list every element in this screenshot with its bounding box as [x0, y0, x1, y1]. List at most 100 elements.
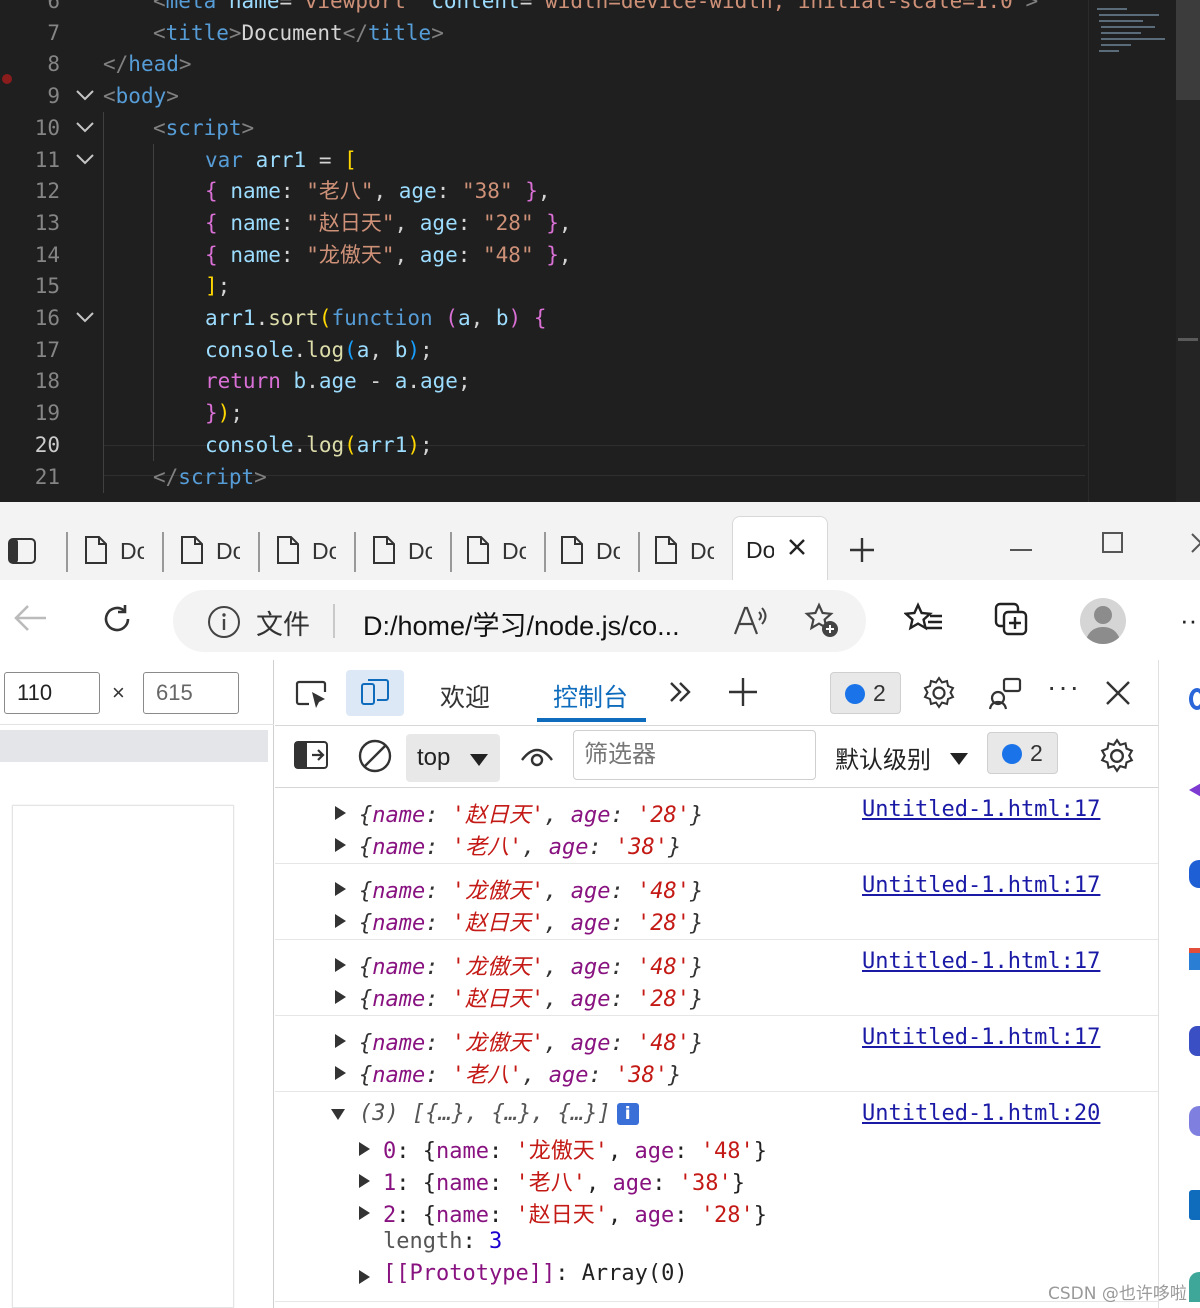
- object-preview[interactable]: {name: '老八', age: '38'}: [359, 1057, 681, 1089]
- array-summary[interactable]: (3) [{…}, {…}, {…}] i: [359, 1101, 639, 1126]
- expand-triangle-icon[interactable]: [359, 1270, 370, 1284]
- inspect-element-icon[interactable]: [295, 680, 329, 715]
- info-icon[interactable]: [207, 605, 241, 644]
- console-message[interactable]: {name: '龙傲天', age: '48'} {name: '赵日天', ag…: [275, 940, 1158, 1016]
- more-menu-icon[interactable]: ···: [1180, 607, 1200, 633]
- feedback-icon[interactable]: [988, 676, 1022, 715]
- refresh-icon[interactable]: [100, 602, 134, 641]
- fold-chevron-icon[interactable]: [74, 80, 96, 112]
- live-expression-eye-icon[interactable]: [519, 740, 555, 777]
- settings-gear-icon[interactable]: [922, 676, 956, 715]
- tab-inactive[interactable]: Document: [164, 518, 260, 580]
- tab-inactive[interactable]: Document: [260, 518, 356, 580]
- code-line[interactable]: 16 arr1.sort(function (a, b) {: [0, 302, 1085, 334]
- console-message[interactable]: {name: '龙傲天', age: '48'} {name: '赵日天', ag…: [275, 864, 1158, 940]
- object-preview[interactable]: {name: '龙傲天', age: '48'}: [359, 1025, 703, 1057]
- fold-chevron-icon[interactable]: [74, 112, 96, 144]
- maximize-icon[interactable]: [1102, 532, 1124, 559]
- tab-inactive[interactable]: Document: [638, 518, 732, 580]
- collapse-triangle-icon[interactable]: [331, 1109, 345, 1120]
- drop-icon[interactable]: [1189, 1272, 1200, 1302]
- emulated-viewport[interactable]: [12, 805, 234, 1308]
- add-favorite-icon[interactable]: [803, 602, 841, 645]
- games-icon[interactable]: [1189, 948, 1200, 970]
- expand-triangle-icon[interactable]: [359, 1142, 370, 1156]
- code-line[interactable]: 15];: [0, 270, 1085, 303]
- code-line[interactable]: 11 var arr1 = [: [0, 143, 1085, 176]
- omnibox[interactable]: 文件 D:/home/学习/node.js/co...: [173, 590, 866, 652]
- context-selector[interactable]: top: [406, 734, 500, 782]
- media-query-ruler[interactable]: [0, 730, 268, 762]
- tools-icon[interactable]: [1189, 860, 1200, 888]
- expand-triangle-icon[interactable]: [335, 806, 346, 820]
- search-icon[interactable]: [1189, 688, 1200, 710]
- width-input[interactable]: 110: [4, 672, 100, 714]
- code-editor[interactable]: 6 <meta name="viewport" content="width=de…: [0, 0, 1200, 502]
- expand-triangle-icon[interactable]: [335, 958, 346, 972]
- add-tool-icon[interactable]: [727, 676, 759, 713]
- object-preview[interactable]: {name: '赵日天', age: '28'}: [359, 797, 703, 829]
- code-line[interactable]: 14 { name: "龙傲天", age: "48" },: [0, 238, 1085, 271]
- expand-triangle-icon[interactable]: [335, 914, 346, 928]
- array-item[interactable]: 2: {name: '赵日天', age: '28'}: [383, 1197, 767, 1229]
- expand-triangle-icon[interactable]: [335, 882, 346, 896]
- expand-triangle-icon[interactable]: [335, 990, 346, 1004]
- read-aloud-icon[interactable]: [733, 604, 769, 641]
- expand-triangle-icon[interactable]: [335, 1034, 346, 1048]
- sidebar-toggle-icon[interactable]: [294, 741, 328, 774]
- shopping-icon[interactable]: [1189, 782, 1200, 798]
- minimap[interactable]: [1088, 0, 1176, 502]
- code-line[interactable]: 10 <script>: [0, 111, 1085, 144]
- copilot-icon[interactable]: [1189, 1106, 1200, 1136]
- favorites-icon[interactable]: [903, 602, 944, 641]
- minimize-icon[interactable]: [1010, 540, 1032, 558]
- address-url[interactable]: D:/home/学习/node.js/co...: [363, 604, 680, 643]
- array-prototype[interactable]: [[Prototype]]: Array(0): [383, 1261, 688, 1286]
- code-line[interactable]: 20 console.log(arr1);: [0, 428, 1085, 461]
- clear-console-icon[interactable]: [357, 738, 393, 779]
- profile-avatar[interactable]: [1080, 598, 1126, 644]
- console-output[interactable]: {name: '赵日天', age: '28'} {name: '老八', age…: [275, 788, 1158, 1308]
- log-level-selector[interactable]: 默认级别: [835, 740, 968, 775]
- fold-chevron-icon[interactable]: [74, 302, 96, 334]
- expand-triangle-icon[interactable]: [335, 1066, 346, 1080]
- console-settings-icon[interactable]: [1099, 738, 1135, 779]
- code-line[interactable]: 8 </head>: [0, 48, 1085, 80]
- tab-inactive[interactable]: Document: [356, 518, 452, 580]
- source-link[interactable]: Untitled-1.html:17: [862, 949, 1100, 974]
- tab-console[interactable]: 控制台: [553, 678, 628, 714]
- scrollbar-thumb[interactable]: [1176, 0, 1200, 100]
- console-message[interactable]: {name: '赵日天', age: '28'} {name: '老八', age…: [275, 788, 1158, 864]
- console-messages-badge[interactable]: 2: [987, 732, 1058, 774]
- code-line[interactable]: 12 { name: "老八", age: "38" },: [0, 175, 1085, 208]
- object-preview[interactable]: {name: '老八', age: '38'}: [359, 829, 681, 861]
- tab-welcome[interactable]: 欢迎: [440, 678, 490, 714]
- array-item[interactable]: 1: {name: '老八', age: '38'}: [383, 1165, 745, 1197]
- collections-icon[interactable]: [994, 602, 1030, 643]
- outlook-icon[interactable]: [1189, 1190, 1200, 1220]
- tab-inactive[interactable]: Document: [450, 518, 546, 580]
- expand-triangle-icon[interactable]: [335, 838, 346, 852]
- source-link[interactable]: Untitled-1.html:17: [862, 873, 1100, 898]
- fold-chevron-icon[interactable]: [74, 144, 96, 176]
- source-link[interactable]: Untitled-1.html:17: [862, 797, 1100, 822]
- code-line[interactable]: 6 <meta name="viewport" content="width=de…: [0, 0, 1085, 17]
- object-preview[interactable]: {name: '赵日天', age: '28'}: [359, 905, 703, 937]
- object-preview[interactable]: {name: '龙傲天', age: '48'}: [359, 949, 703, 981]
- new-tab-icon[interactable]: [848, 536, 876, 569]
- office-icon[interactable]: [1189, 1026, 1200, 1056]
- console-filter-input[interactable]: 筛选器: [573, 730, 816, 780]
- customize-menu-icon[interactable]: ···: [1047, 673, 1081, 701]
- console-message[interactable]: {name: '龙傲天', age: '48'} {name: '老八', age…: [275, 1016, 1158, 1092]
- code-line[interactable]: 9 <body>: [0, 80, 1085, 112]
- issues-badge[interactable]: 2: [830, 672, 901, 714]
- tab-inactive[interactable]: Document: [68, 518, 164, 580]
- code-line[interactable]: 7 <title>Document</title>: [0, 17, 1085, 49]
- array-item[interactable]: 0: {name: '龙傲天', age: '48'}: [383, 1133, 767, 1165]
- height-input[interactable]: 615: [143, 672, 239, 714]
- sidebar-toggle-icon[interactable]: [8, 538, 36, 569]
- code-line[interactable]: 13 { name: "赵日天", age: "28" },: [0, 206, 1085, 239]
- object-preview[interactable]: {name: '龙傲天', age: '48'}: [359, 873, 703, 905]
- code-line[interactable]: 17 console.log(a, b);: [0, 333, 1085, 366]
- close-tab-icon[interactable]: [787, 537, 807, 562]
